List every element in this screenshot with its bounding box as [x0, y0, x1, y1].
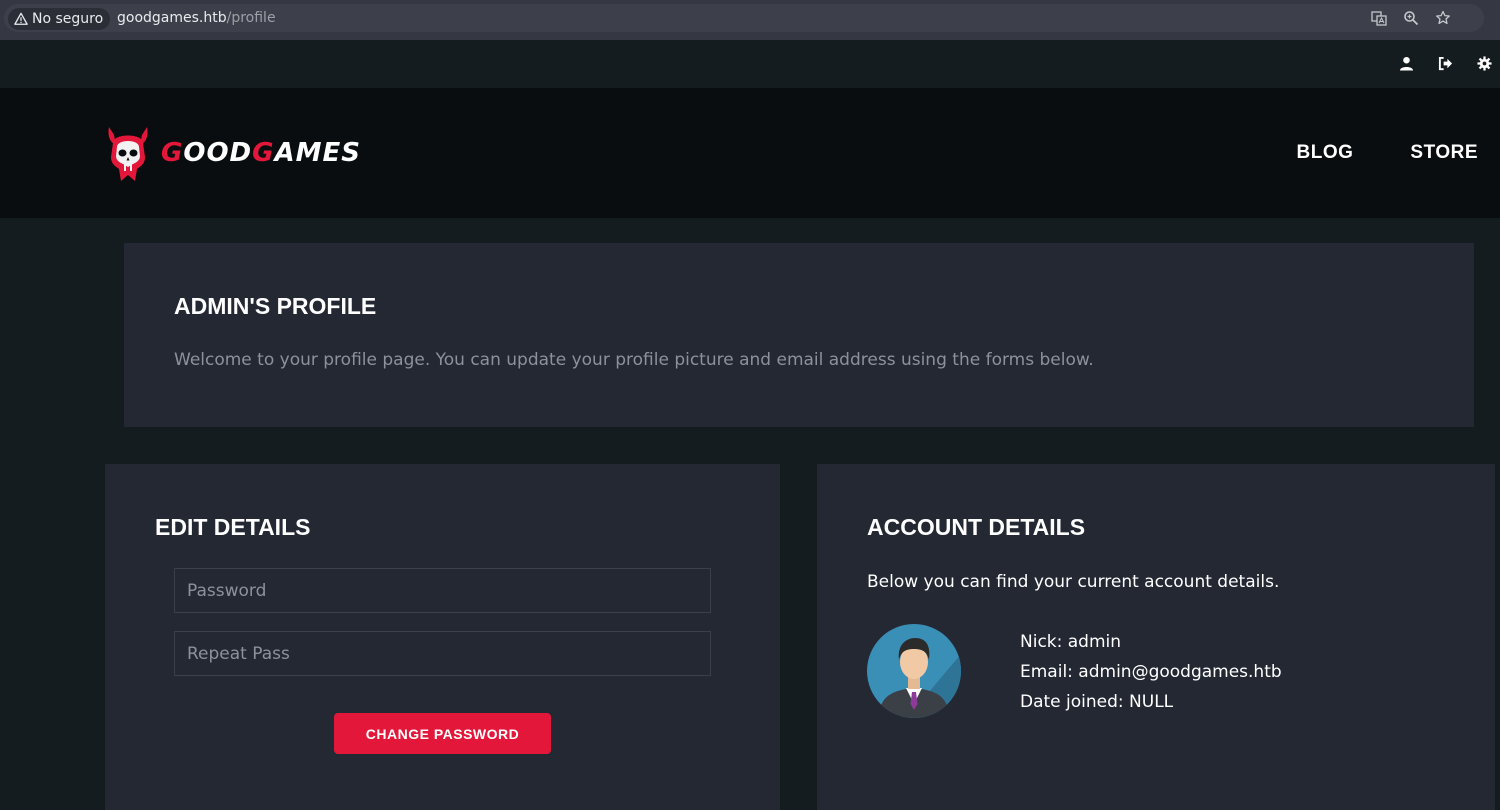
- logo-wordmark: GOODGAMES: [161, 138, 361, 168]
- account-description: Below you can find your current account …: [867, 572, 1280, 592]
- date-joined-value: Date joined: NULL: [1020, 692, 1174, 712]
- translate-icon[interactable]: [1370, 9, 1388, 27]
- account-details-title: ACCOUNT DETAILS: [867, 514, 1086, 540]
- skull-logo-icon: [108, 127, 148, 181]
- account-info: Nick: admin Email: admin@goodgames.htb D…: [1020, 627, 1282, 717]
- change-password-button[interactable]: CHANGE PASSWORD: [334, 713, 551, 754]
- repeat-password-field[interactable]: [174, 631, 711, 676]
- nick-value: Nick: admin: [1020, 632, 1122, 652]
- logout-icon[interactable]: [1437, 55, 1453, 71]
- profile-banner: ADMIN'S PROFILE Welcome to your profile …: [124, 243, 1474, 427]
- edit-details-title: EDIT DETAILS: [155, 514, 311, 540]
- password-field[interactable]: [174, 568, 711, 613]
- main-nav: BLOG STORE: [1297, 142, 1479, 164]
- security-label: No seguro: [32, 11, 104, 27]
- address-bar[interactable]: No seguro goodgames.htb/profile: [4, 4, 1484, 32]
- nav-store-link[interactable]: STORE: [1410, 142, 1478, 164]
- browser-toolbar: No seguro goodgames.htb/profile: [0, 0, 1500, 40]
- settings-gear-icon[interactable]: [1476, 55, 1492, 71]
- email-value: Email: admin@goodgames.htb: [1020, 662, 1282, 682]
- account-details-card: ACCOUNT DETAILS Below you can find your …: [817, 464, 1495, 810]
- warning-triangle-icon: [14, 12, 28, 25]
- page-title: ADMIN'S PROFILE: [174, 293, 377, 319]
- bookmark-star-icon[interactable]: [1434, 9, 1452, 27]
- zoom-icon[interactable]: [1402, 9, 1420, 27]
- url-domain: goodgames.htb: [117, 10, 227, 26]
- edit-details-card: EDIT DETAILS CHANGE PASSWORD: [105, 464, 780, 810]
- user-icon[interactable]: [1398, 55, 1414, 71]
- nav-blog-link[interactable]: BLOG: [1297, 142, 1354, 164]
- url-text[interactable]: goodgames.htb/profile: [117, 10, 276, 26]
- avatar: [867, 624, 961, 718]
- url-path: /profile: [226, 10, 276, 26]
- site-header: GOODGAMES BLOG STORE: [0, 88, 1500, 218]
- security-indicator[interactable]: No seguro: [8, 8, 111, 30]
- profile-description: Welcome to your profile page. You can up…: [174, 350, 1094, 370]
- site-logo[interactable]: GOODGAMES: [103, 123, 361, 183]
- top-utility-bar: [0, 40, 1500, 88]
